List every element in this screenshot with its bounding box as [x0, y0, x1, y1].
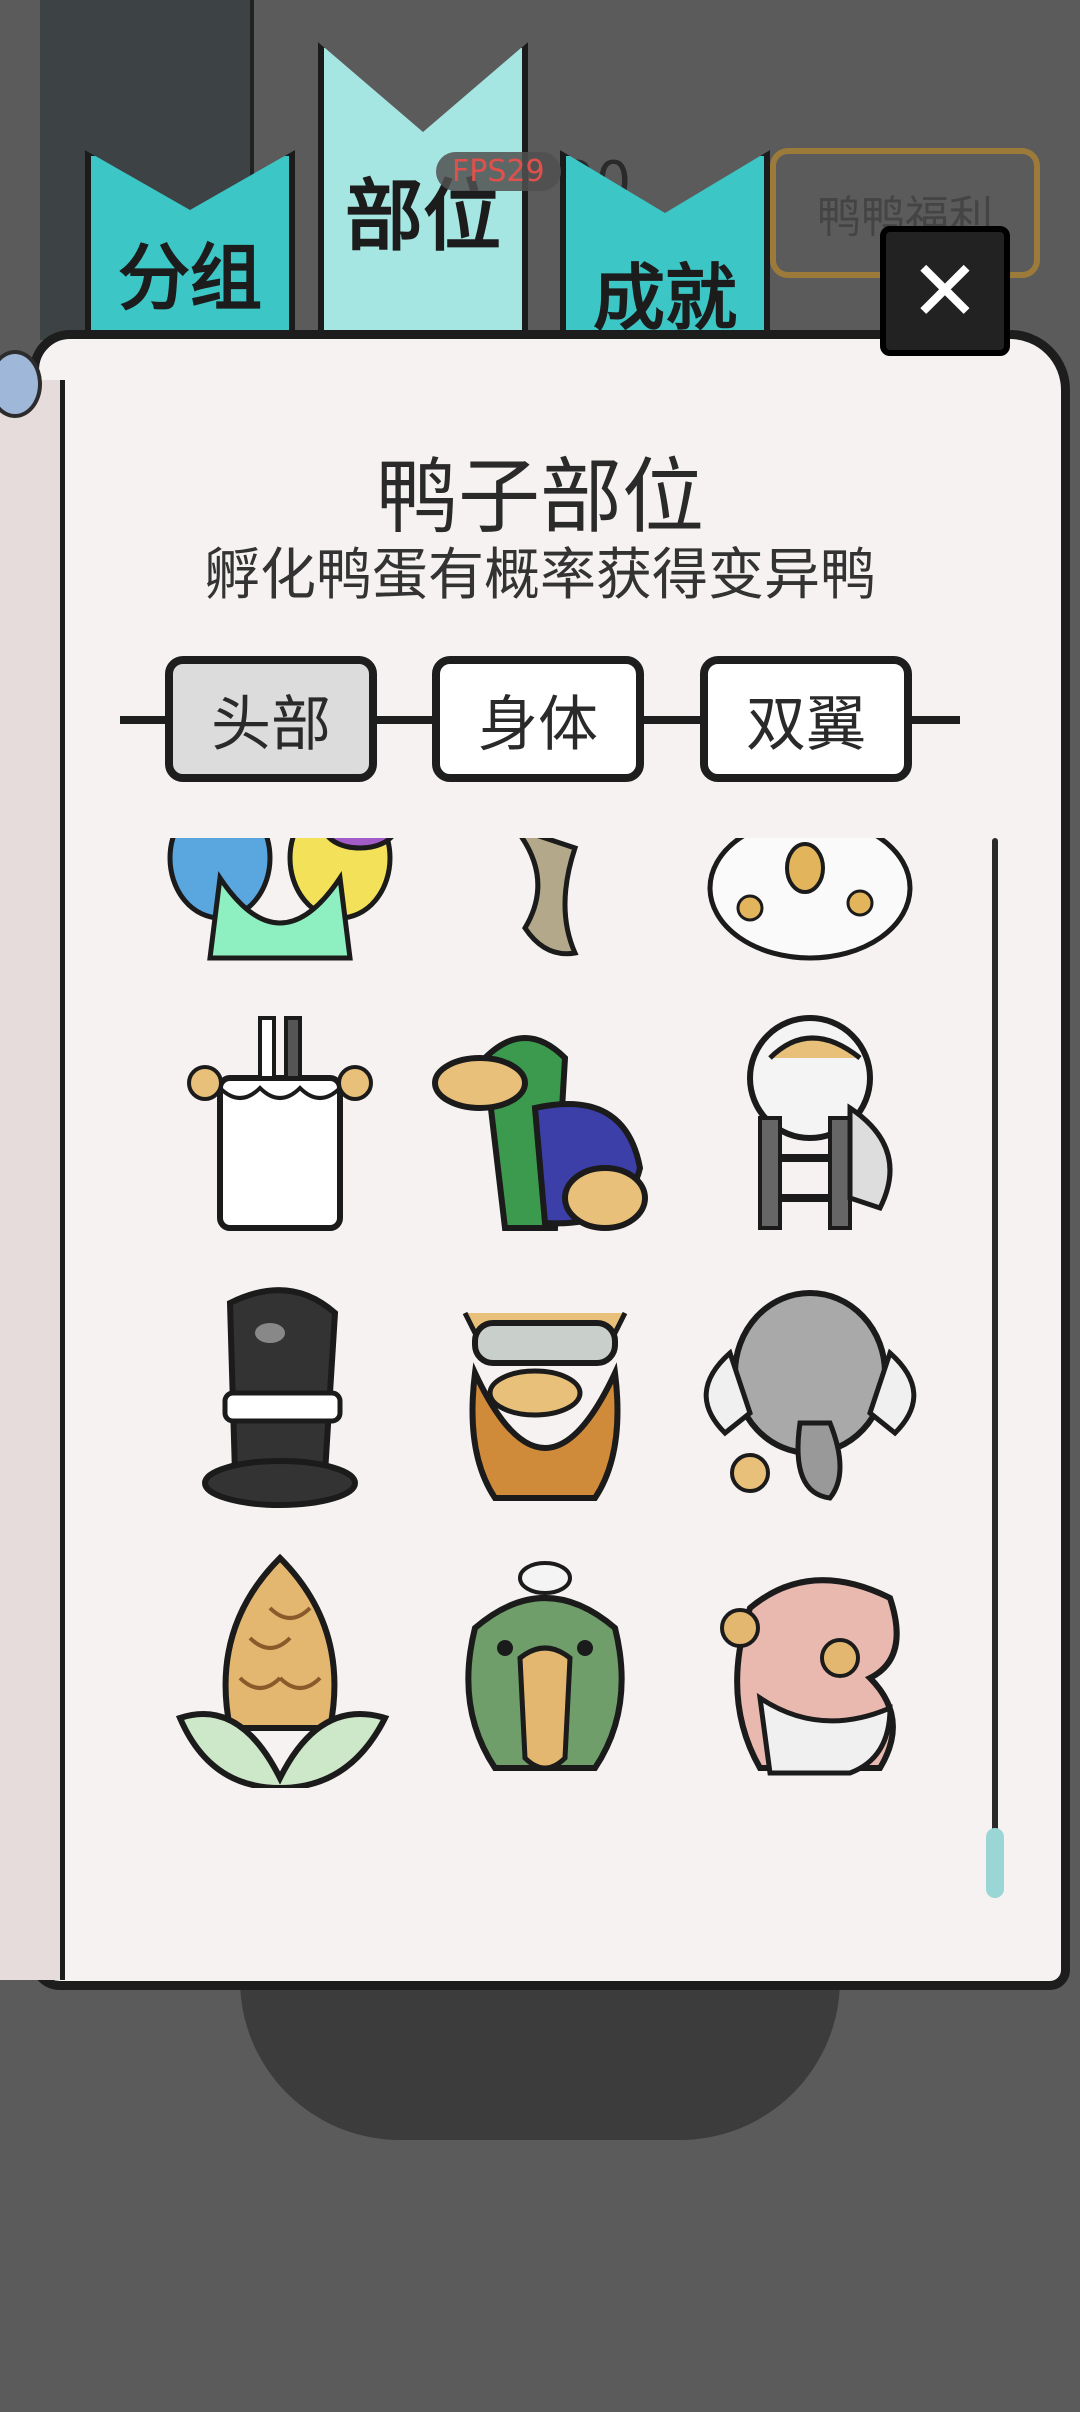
bookmark-parts[interactable]: 部位	[318, 42, 528, 342]
close-button[interactable]: ✕	[880, 226, 1010, 356]
item-tree-trunk[interactable]	[425, 838, 665, 968]
tab-wings[interactable]: 双翼	[700, 656, 912, 782]
item-viking-beard[interactable]	[425, 1273, 665, 1513]
parts-grid	[150, 838, 940, 1798]
fps-counter: FPS29	[436, 152, 561, 191]
bookmark-achievements[interactable]: 成就	[560, 150, 770, 360]
panel-page-edge	[0, 380, 65, 1980]
item-crocodile[interactable]	[425, 1548, 665, 1788]
item-worm-ducks[interactable]	[690, 1548, 930, 1788]
ground-shadow	[240, 1980, 840, 2140]
scroll-track[interactable]	[992, 838, 998, 1898]
panel-subtitle: 孵化鸭蛋有概率获得变异鸭	[204, 543, 876, 608]
item-rainbow-hair[interactable]	[160, 838, 400, 968]
item-corn[interactable]	[160, 1548, 400, 1788]
tab-head[interactable]: 头部	[165, 656, 377, 782]
scroll-thumb[interactable]	[986, 1828, 1004, 1898]
item-mallard-bandana[interactable]	[425, 998, 665, 1238]
item-elephant[interactable]	[690, 1273, 930, 1513]
tab-body[interactable]: 身体	[432, 656, 644, 782]
item-top-hat[interactable]	[160, 1273, 400, 1513]
item-astronaut-ladder[interactable]	[690, 998, 930, 1238]
item-candle-ducks[interactable]	[160, 998, 400, 1238]
item-chicken-flock[interactable]	[690, 838, 930, 968]
